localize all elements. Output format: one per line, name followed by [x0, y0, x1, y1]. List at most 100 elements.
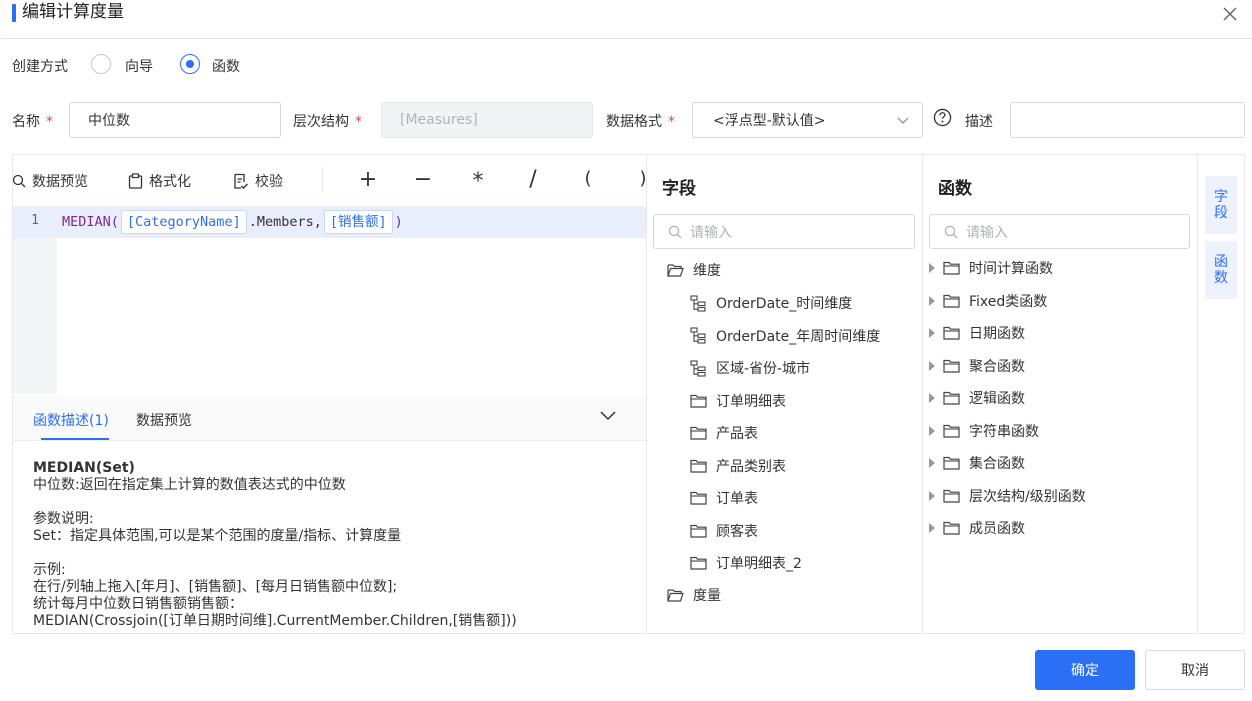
- ok-button[interactable]: 确定: [1035, 650, 1135, 690]
- name-label: 名称 *: [12, 114, 53, 130]
- line-number: 1: [31, 213, 39, 228]
- tree-dimension-root[interactable]: 维度: [667, 259, 721, 281]
- expand-triangle-icon: [929, 328, 935, 338]
- cancel-button[interactable]: 取消: [1145, 650, 1245, 690]
- hierarchy-icon: [690, 294, 706, 312]
- op-multiply[interactable]: *: [468, 171, 488, 193]
- folder-icon: [690, 556, 707, 570]
- desc-input[interactable]: [1010, 102, 1245, 138]
- name-input[interactable]: 中位数: [69, 102, 281, 138]
- tree-item-customer[interactable]: 顾客表: [690, 520, 915, 542]
- fn-category-logic[interactable]: 逻辑函数: [929, 387, 1189, 409]
- collapse-chevron-icon[interactable]: [599, 408, 617, 426]
- code-token-category[interactable]: [CategoryName]: [120, 210, 247, 234]
- side-tab-functions[interactable]: 函数: [1205, 241, 1237, 299]
- folder-icon: [690, 426, 707, 440]
- fn-category-time[interactable]: 时间计算函数: [929, 257, 1189, 279]
- code-token-sales[interactable]: [销售额]: [323, 210, 393, 234]
- folder-open-icon: [667, 589, 684, 602]
- tree-item-order[interactable]: 订单表: [690, 487, 915, 509]
- create-method-label: 创建方式: [12, 59, 68, 75]
- op-divide[interactable]: /: [523, 169, 543, 191]
- folder-icon: [943, 456, 960, 470]
- fields-search-input[interactable]: 请输入: [653, 214, 915, 249]
- folder-icon: [943, 489, 960, 503]
- tree-item-order-detail[interactable]: 订单明细表: [690, 390, 915, 412]
- format-select[interactable]: <浮点型-默认值>: [692, 102, 923, 138]
- title-accent-bar: [12, 4, 16, 22]
- folder-icon: [690, 491, 707, 505]
- validate-button[interactable]: 校验: [232, 171, 283, 191]
- function-description: MEDIAN(Set) 中位数:返回在指定集上计算的数值表达式的中位数 参数说明…: [33, 460, 633, 630]
- hierarchy-input-value: [Measures]: [400, 112, 478, 128]
- desc-example-title: 示例:: [33, 562, 66, 578]
- fn-category-hierarchy[interactable]: 层次结构/级别函数: [929, 485, 1189, 507]
- fn-category-set[interactable]: 集合函数: [929, 452, 1189, 474]
- hierarchy-icon: [690, 359, 706, 377]
- editor-divider: [646, 155, 647, 633]
- op-open-paren[interactable]: (: [578, 168, 598, 190]
- tab-function-desc[interactable]: 函数描述(1): [33, 410, 109, 430]
- folder-icon: [943, 391, 960, 405]
- tree-item-orderdate-time[interactable]: OrderDate_时间维度: [690, 292, 915, 314]
- format-label: 数据格式 *: [606, 114, 675, 130]
- expand-triangle-icon: [929, 458, 935, 468]
- radio-wizard[interactable]: [91, 54, 111, 74]
- help-icon[interactable]: [933, 108, 952, 131]
- search-icon: [944, 225, 958, 238]
- expand-triangle-icon: [929, 263, 935, 273]
- close-icon[interactable]: [1218, 2, 1242, 26]
- hierarchy-label: 层次结构 *: [293, 114, 362, 130]
- hierarchy-icon: [690, 327, 706, 344]
- radio-function[interactable]: [180, 54, 200, 74]
- folder-icon: [943, 326, 960, 340]
- expand-triangle-icon: [929, 393, 935, 403]
- validate-icon: [234, 173, 248, 189]
- desc-params-set: Set：指定具体范围,可以是某个范围的度量/指标、计算度量: [33, 528, 402, 544]
- op-minus[interactable]: −: [413, 169, 433, 191]
- fn-category-aggregate[interactable]: 聚合函数: [929, 355, 1189, 377]
- tree-measure-root[interactable]: 度量: [667, 584, 721, 606]
- tree-item-region[interactable]: 区域-省份-城市: [690, 357, 915, 379]
- dialog-title: 编辑计算度量: [22, 2, 124, 22]
- expand-triangle-icon: [929, 490, 935, 501]
- desc-label: 描述: [965, 114, 993, 130]
- desc-example-line2: 统计每月中位数日销售额销售额：: [33, 596, 243, 612]
- format-select-value: <浮点型-默认值>: [713, 113, 826, 129]
- tree-item-orderdate-week[interactable]: OrderDate_年周时间维度: [690, 325, 915, 347]
- tree-item-order-detail-2[interactable]: 订单明细表_2: [690, 552, 915, 574]
- side-tab-fields[interactable]: 字段: [1205, 176, 1237, 234]
- chevron-down-icon: [897, 117, 909, 124]
- desc-example-line1: 在行/列轴上拖入[年月]、[销售额]、[每月日销售额中位数];: [33, 579, 398, 595]
- tree-item-product[interactable]: 产品表: [690, 422, 915, 444]
- preview-button[interactable]: 数据预览: [12, 171, 88, 191]
- code-function: MEDIAN(: [62, 214, 119, 230]
- fn-category-date[interactable]: 日期函数: [929, 322, 1189, 344]
- tree-item-product-category[interactable]: 产品类别表: [690, 455, 915, 477]
- tab-data-preview[interactable]: 数据预览: [136, 410, 192, 430]
- functions-search-input[interactable]: 请输入: [929, 214, 1190, 249]
- folder-icon: [943, 424, 960, 438]
- fn-category-fixed[interactable]: Fixed类函数: [929, 290, 1189, 312]
- desc-example-line3: MEDIAN(Crossjoin([订单日期时间维].CurrentMember…: [33, 613, 517, 629]
- folder-open-icon: [667, 264, 684, 277]
- active-tab-underline: [41, 438, 109, 440]
- folder-icon: [690, 524, 707, 538]
- radio-function-label[interactable]: 函数: [212, 56, 240, 76]
- expand-triangle-icon: [929, 425, 935, 436]
- fn-category-member[interactable]: 成员函数: [929, 517, 1189, 539]
- format-button[interactable]: 格式化: [128, 171, 191, 191]
- title-divider: [0, 38, 1252, 39]
- folder-icon: [690, 459, 707, 473]
- code-editor[interactable]: MEDIAN( [CategoryName] .Members, [销售额] ): [62, 210, 403, 234]
- op-close-paren[interactable]: ): [633, 168, 653, 190]
- clipboard-icon: [128, 173, 143, 189]
- functions-panel-title: 函数: [938, 179, 972, 199]
- expand-triangle-icon: [929, 523, 935, 533]
- fn-category-string[interactable]: 字符串函数: [929, 420, 1189, 442]
- op-plus[interactable]: +: [358, 169, 378, 191]
- name-input-value: 中位数: [88, 113, 130, 129]
- expand-triangle-icon: [929, 360, 935, 371]
- folder-icon: [690, 394, 707, 408]
- radio-wizard-label[interactable]: 向导: [125, 56, 153, 76]
